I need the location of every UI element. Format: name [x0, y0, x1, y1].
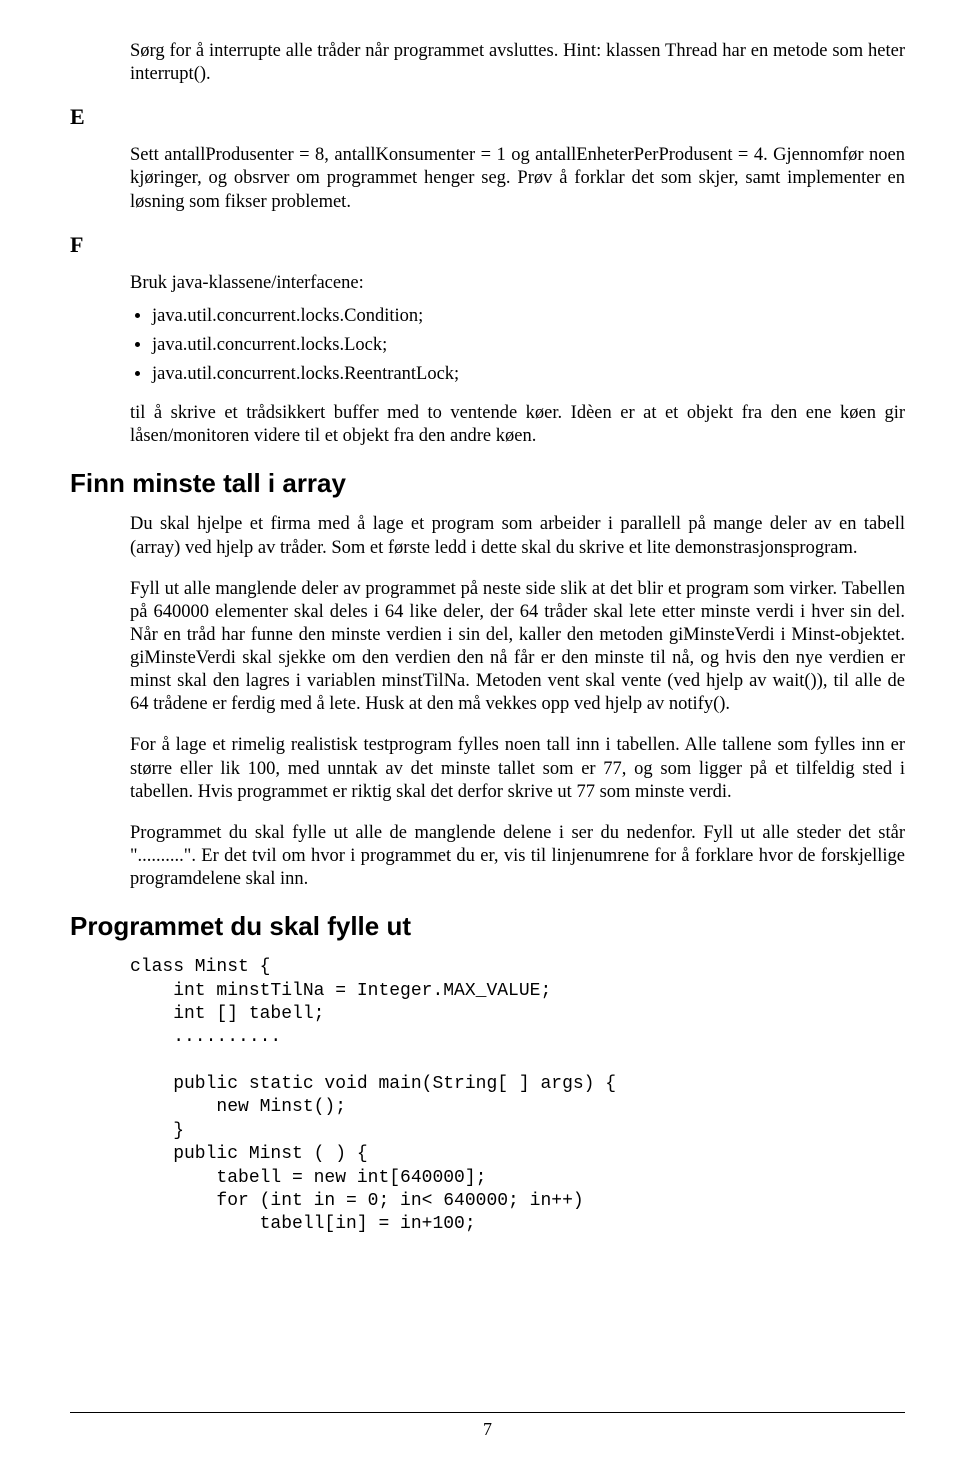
page: Sørg for å interrupte alle tråder når pr… [0, 0, 960, 1465]
heading-finn: Finn minste tall i array [70, 468, 905, 499]
bullet-item: java.util.concurrent.locks.ReentrantLock… [152, 363, 905, 386]
paragraph-finn-3: For å lage et rimelig realistisk testpro… [130, 734, 905, 803]
intro-block: Sørg for å interrupte alle tråder når pr… [130, 40, 905, 86]
section-letter-f: F [70, 232, 905, 258]
section-f-block: Bruk java-klassene/interfacene: java.uti… [130, 272, 905, 449]
paragraph-f-intro: Bruk java-klassene/interfacene: [130, 272, 905, 295]
code-block: class Minst { int minstTilNa = Integer.M… [130, 956, 905, 1237]
paragraph-finn-1: Du skal hjelpe et firma med å lage et pr… [130, 513, 905, 559]
finn-block: Du skal hjelpe et firma med å lage et pr… [130, 513, 905, 891]
bullet-list: java.util.concurrent.locks.Condition; ja… [130, 305, 905, 386]
section-letter-e: E [70, 104, 905, 130]
bullet-item: java.util.concurrent.locks.Lock; [152, 334, 905, 357]
paragraph-finn-2: Fyll ut alle manglende deler av programm… [130, 578, 905, 717]
page-number: 7 [70, 1419, 905, 1440]
page-footer: 7 [70, 1412, 905, 1440]
heading-prog: Programmet du skal fylle ut [70, 911, 905, 942]
paragraph-e: Sett antallProdusenter = 8, antallKonsum… [130, 144, 905, 213]
paragraph-finn-4: Programmet du skal fylle ut alle de mang… [130, 822, 905, 891]
paragraph-intro: Sørg for å interrupte alle tråder når pr… [130, 40, 905, 86]
footer-rule [70, 1412, 905, 1413]
bullet-item: java.util.concurrent.locks.Condition; [152, 305, 905, 328]
section-e-block: Sett antallProdusenter = 8, antallKonsum… [130, 144, 905, 213]
paragraph-f-after: til å skrive et trådsikkert buffer med t… [130, 402, 905, 448]
